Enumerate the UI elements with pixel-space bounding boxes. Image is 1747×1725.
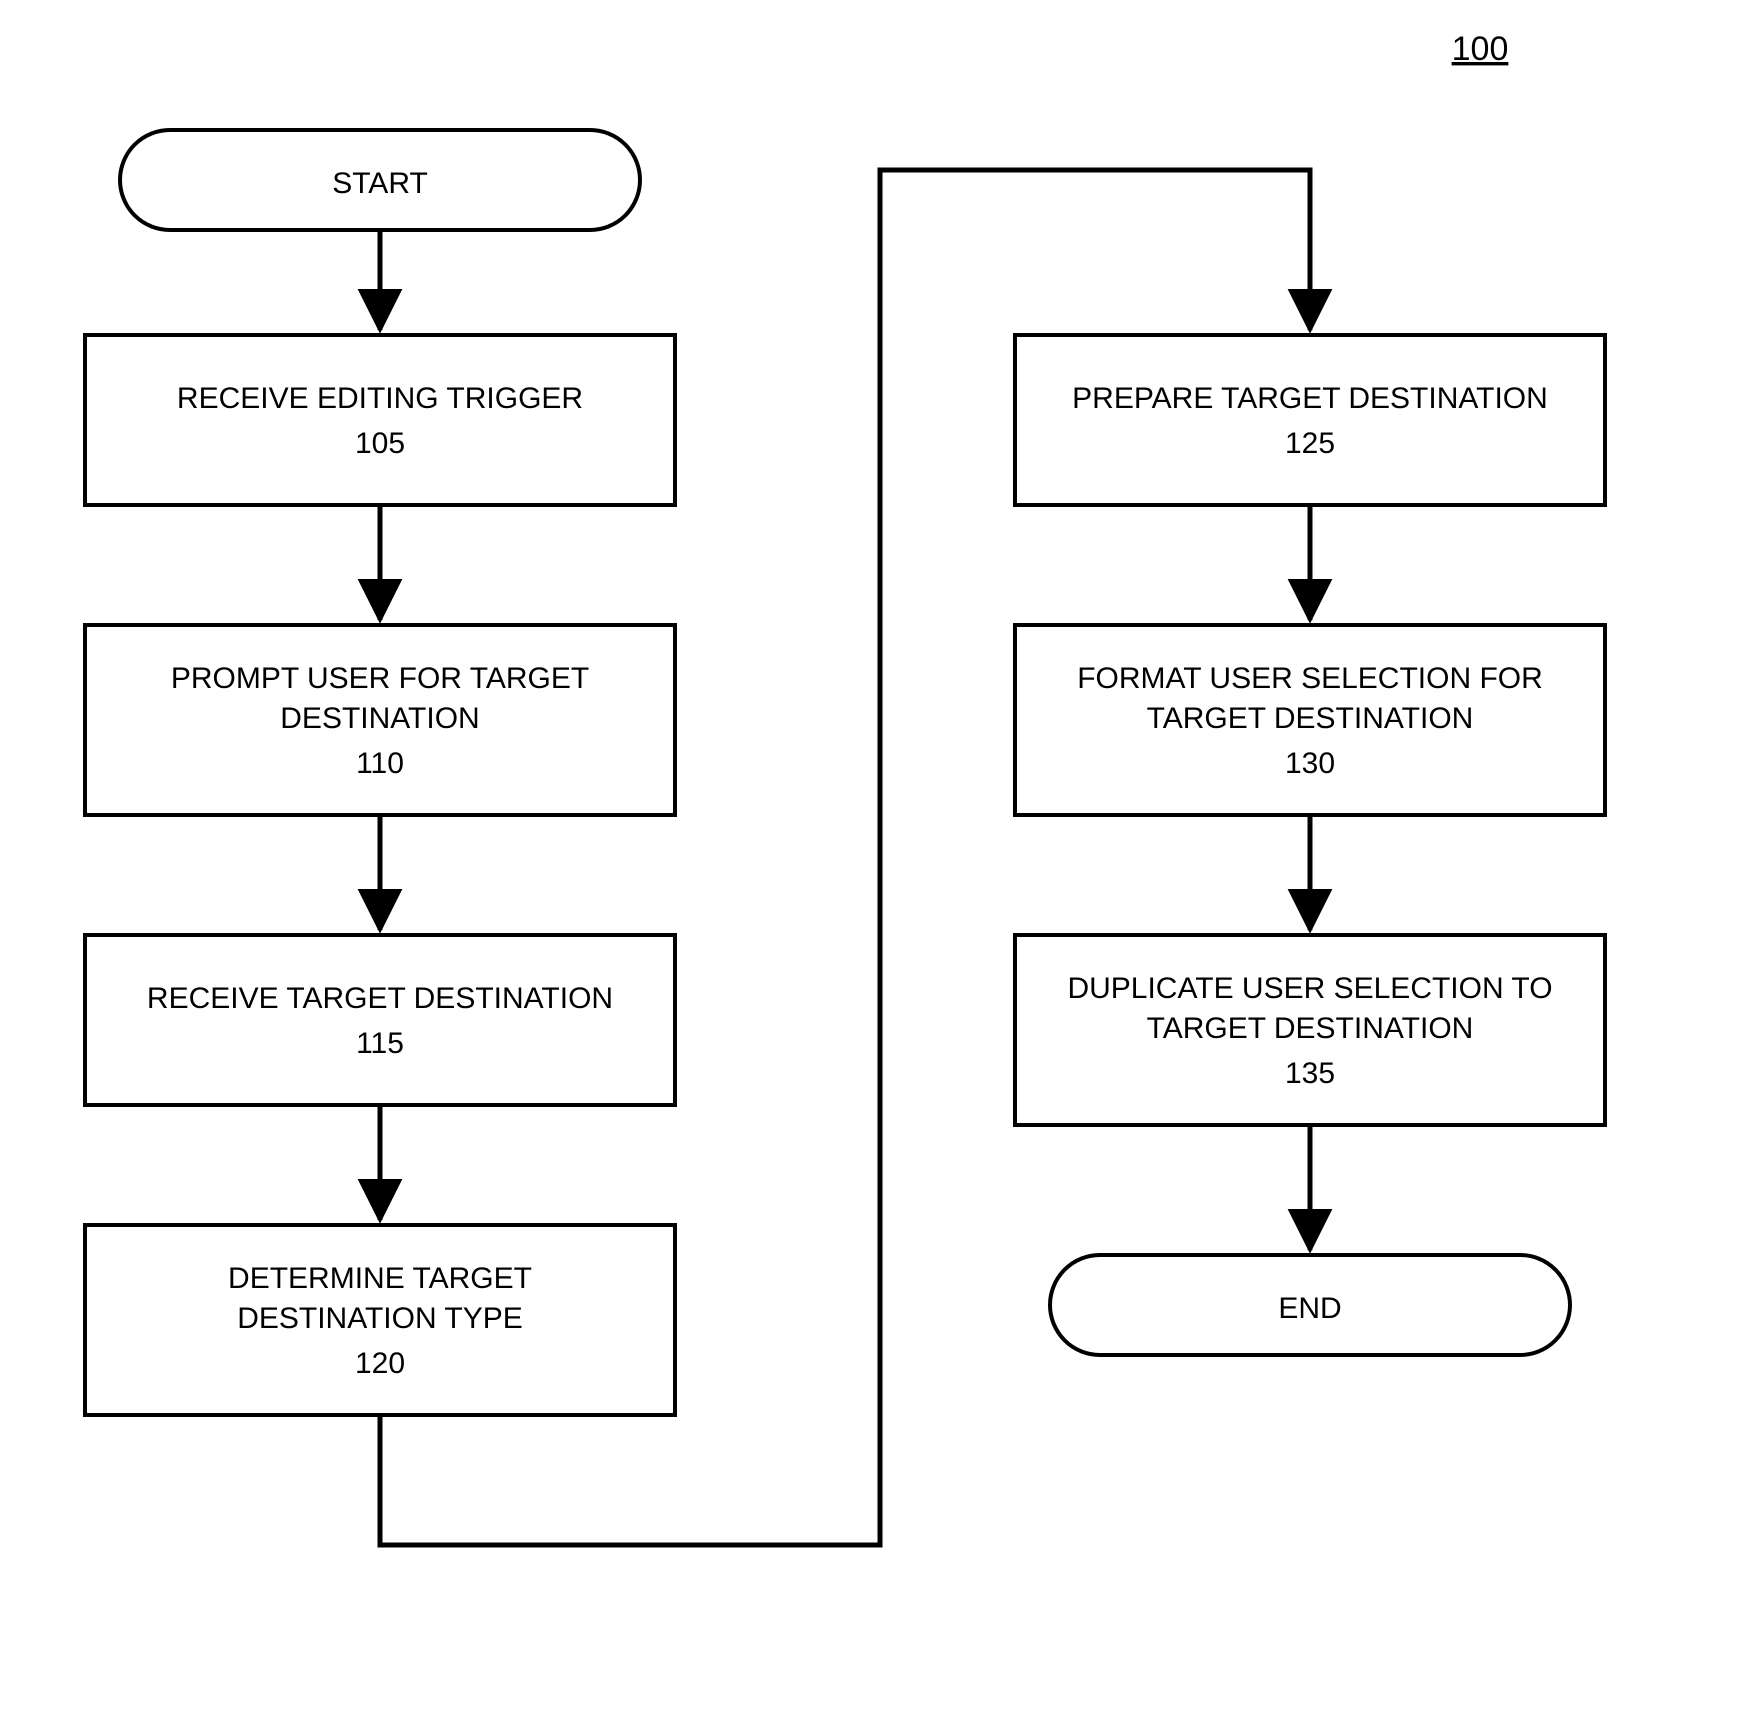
svg-text:135: 135: [1285, 1057, 1335, 1090]
step-115: RECEIVE TARGET DESTINATION 115: [85, 935, 675, 1105]
flowchart: 100 START RECEIVE EDITING TRIGGER 105 PR…: [0, 0, 1747, 1725]
svg-text:105: 105: [355, 427, 405, 460]
svg-text:130: 130: [1285, 747, 1335, 780]
end-node: END: [1050, 1255, 1570, 1355]
step-105: RECEIVE EDITING TRIGGER 105: [85, 335, 675, 505]
svg-text:RECEIVE TARGET DESTINATION: RECEIVE TARGET DESTINATION: [147, 982, 613, 1015]
start-node: START: [120, 130, 640, 230]
svg-text:TARGET DESTINATION: TARGET DESTINATION: [1147, 1012, 1474, 1045]
svg-text:TARGET DESTINATION: TARGET DESTINATION: [1147, 702, 1474, 735]
svg-text:115: 115: [356, 1027, 404, 1060]
svg-text:125: 125: [1285, 427, 1335, 460]
svg-text:DESTINATION TYPE: DESTINATION TYPE: [237, 1302, 523, 1335]
start-label: START: [332, 167, 428, 200]
end-label: END: [1278, 1292, 1341, 1325]
svg-text:PROMPT USER FOR TARGET: PROMPT USER FOR TARGET: [171, 662, 589, 695]
step-130: FORMAT USER SELECTION FOR TARGET DESTINA…: [1015, 625, 1605, 815]
svg-text:DETERMINE TARGET: DETERMINE TARGET: [228, 1262, 532, 1295]
svg-text:FORMAT USER SELECTION FOR: FORMAT USER SELECTION FOR: [1077, 662, 1543, 695]
svg-text:DESTINATION: DESTINATION: [280, 702, 479, 735]
svg-text:120: 120: [355, 1347, 405, 1380]
diagram-id: 100: [1452, 30, 1509, 68]
step-125: PREPARE TARGET DESTINATION 125: [1015, 335, 1605, 505]
svg-text:110: 110: [356, 747, 404, 780]
step-135: DUPLICATE USER SELECTION TO TARGET DESTI…: [1015, 935, 1605, 1125]
step-120: DETERMINE TARGET DESTINATION TYPE 120: [85, 1225, 675, 1415]
step-110: PROMPT USER FOR TARGET DESTINATION 110: [85, 625, 675, 815]
svg-text:RECEIVE EDITING TRIGGER: RECEIVE EDITING TRIGGER: [177, 382, 583, 415]
svg-text:PREPARE TARGET DESTINATION: PREPARE TARGET DESTINATION: [1072, 382, 1548, 415]
svg-text:DUPLICATE USER SELECTION TO: DUPLICATE USER SELECTION TO: [1067, 972, 1552, 1005]
